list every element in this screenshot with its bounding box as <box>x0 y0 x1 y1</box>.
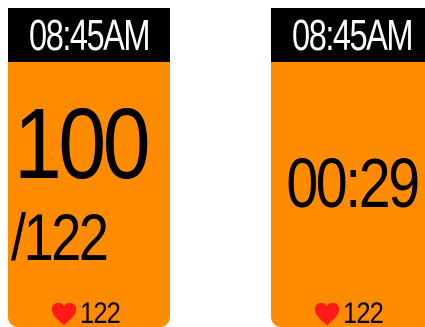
status-bar: 08:45AM <box>8 8 170 62</box>
footer-heart-rate-value: 122 <box>80 297 121 327</box>
watch-screen-right: 08:45AM 00:29 122 <box>271 8 425 327</box>
max-heart-rate: /122 <box>11 200 109 274</box>
current-heart-rate: 100 <box>14 88 151 200</box>
clock-time: 08:45AM <box>292 11 413 60</box>
watch-screen-left: 08:45AM 100 /122 122 <box>8 8 170 327</box>
status-bar: 08:45AM <box>271 8 425 62</box>
heart-rate-footer: 122 <box>8 298 170 327</box>
footer-heart-rate-value: 122 <box>343 297 384 327</box>
heart-icon <box>315 302 340 326</box>
clock-time: 08:45AM <box>29 11 150 60</box>
heart-icon <box>52 302 77 326</box>
heart-rate-footer: 122 <box>271 298 425 327</box>
elapsed-timer: 00:29 <box>286 144 420 222</box>
